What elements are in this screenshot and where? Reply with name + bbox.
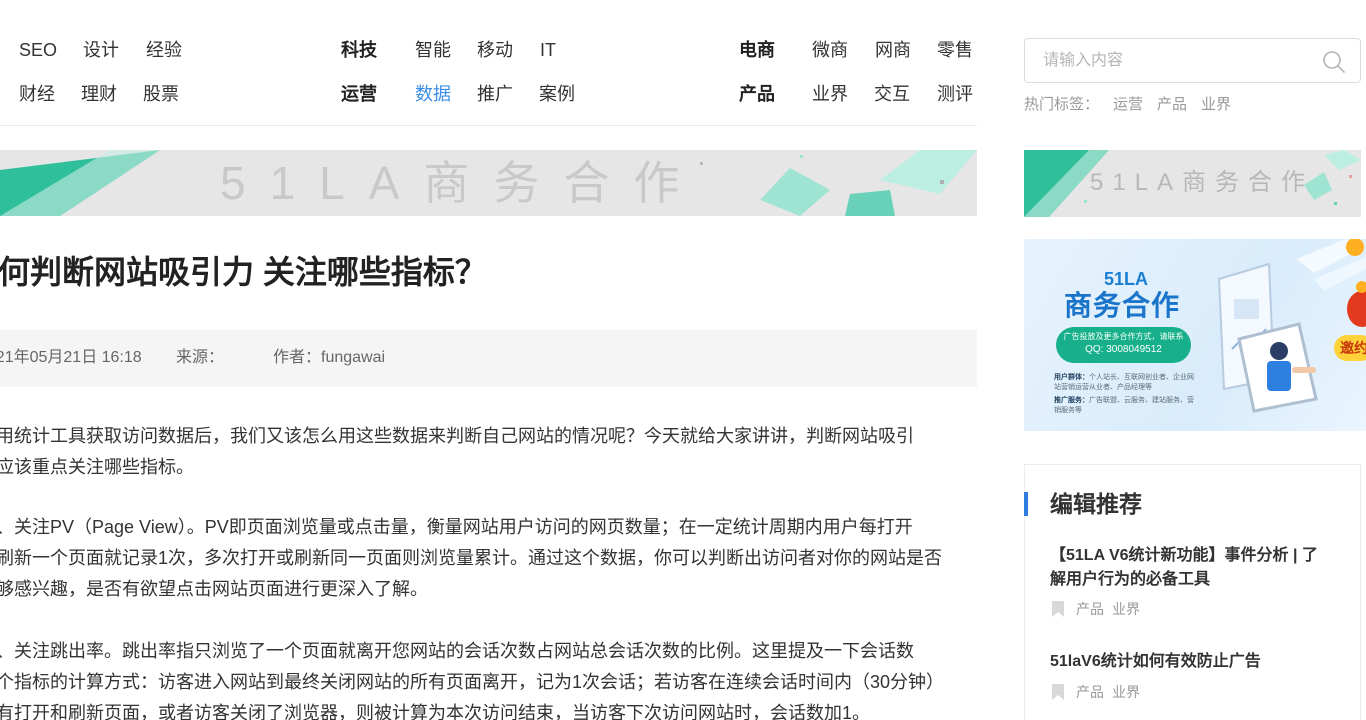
side-ad-banner[interactable]: 51LA商务合作 (1024, 150, 1361, 217)
recommend-item-title[interactable]: 【51LA V6统计新功能】事件分析 | 了 解用户行为的必备工具 (1050, 544, 1340, 592)
article-title: 如何判断网站吸引力 关注哪些指标？ (0, 254, 487, 290)
recommend-item-tags: 产品 业界 (1052, 600, 1148, 618)
nav-item-seo[interactable]: SEO (19, 38, 57, 62)
hot-tag-product[interactable]: 产品 (1157, 96, 1187, 113)
nav-item-wealth[interactable]: 理财 (81, 82, 117, 106)
recommend-item-title-line: 【51LA V6统计新功能】事件分析 | 了 (1050, 547, 1318, 564)
ad-audience-text: 个人站长、互联网创业者、企业网 (1089, 374, 1194, 381)
paragraph-line: 没有打开和刷新页面，或者访客关闭了浏览器，则被计算为本次访问结束，当访客下次访问… (0, 703, 871, 720)
nav-item-cases[interactable]: 案例 (539, 82, 575, 106)
recommend-item-title-line: 解用户行为的必备工具 (1050, 571, 1211, 588)
ad-service-line-2: 销服务等 (1054, 407, 1082, 414)
side-banner-text: 51LA商务合作 (1090, 169, 1315, 196)
nav-item-operations[interactable]: 运营 (341, 82, 377, 106)
article-author: 作者：fungawai (273, 349, 386, 366)
article-date: 2021年05月21日 16:18 (0, 349, 142, 366)
paragraph-line: 二、关注跳出率。跳出率指只浏览了一个页面就离开您网站的会话次数占网站总会话次数的… (0, 641, 914, 661)
paragraph-line: 这个指标的计算方式：访客进入网站到最终关闭网站的所有页面离开，记为1次会话；若访… (0, 672, 945, 692)
ad-contact-pill: 广告投放及更多合作方式，请联系 QQ: 3008049512 (1056, 327, 1191, 363)
nav-item-promotion[interactable]: 推广 (477, 82, 513, 106)
paragraph-line: 力应该重点关注哪些指标。 (0, 457, 194, 477)
nav-item-ecommerce[interactable]: 电商 (739, 38, 775, 62)
banner-text: 51LA商务合作 (220, 157, 704, 209)
paragraph-line: 一、关注PV（Page View）。PV即页面浏览量或点击量，衡量网站用户访问的… (0, 517, 913, 537)
hot-tag-industry[interactable]: 业界 (1201, 96, 1231, 113)
hot-tag-operations[interactable]: 运营 (1113, 96, 1143, 113)
section-accent-bar (1024, 492, 1028, 516)
recommend-item-tags: 产品 业界 (1052, 683, 1148, 701)
nav-item-wechat-business[interactable]: 微商 (812, 38, 848, 62)
nav-item-it[interactable]: IT (540, 38, 556, 62)
ad-contact-qq: QQ: 3008049512 (1085, 344, 1162, 355)
ad-service-line: 推广服务：广告联盟、云服务、建站服务、营 (1054, 396, 1194, 406)
ad-invite-button[interactable]: 邀约 (1334, 335, 1366, 361)
nav-item-interaction[interactable]: 交互 (874, 82, 910, 106)
paragraph-line: 或刷新一个页面就记录1次，多次打开或刷新同一页面则浏览量累计。通过这个数据，你可… (0, 548, 943, 568)
main-ad-banner[interactable]: 51LA商务合作 (0, 150, 977, 216)
search-icon[interactable] (1322, 50, 1346, 74)
nav-item-tech[interactable]: 科技 (341, 38, 377, 62)
top-nav: SEO 设计 经验 科技 智能 移动 IT 电商 微商 网商 零售 财经 理财 … (0, 26, 977, 126)
recommend-item-title-line: 51laV6统计如何有效防止广告 (1050, 653, 1261, 670)
ad-title: 商务合作 (1064, 290, 1181, 321)
article-paragraph-1: 利用统计工具获取访问数据后，我们又该怎么用这些数据来判断自己网站的情况呢？今天就… (0, 421, 978, 483)
article-paragraph-2: 一、关注PV（Page View）。PV即页面浏览量或点击量，衡量网站用户访问的… (0, 512, 978, 605)
nav-row-1: SEO 设计 经验 科技 智能 移动 IT 电商 微商 网商 零售 (0, 26, 977, 70)
ad-service-text: 广告联盟、云服务、建站服务、营 (1089, 397, 1194, 404)
bookmark-icon (1052, 601, 1064, 617)
tag-product[interactable]: 产品 (1076, 684, 1104, 700)
hot-tags-label: 热门标签： (1024, 96, 1100, 113)
nav-item-review[interactable]: 测评 (937, 82, 973, 106)
search-box (1024, 38, 1361, 83)
tag-product[interactable]: 产品 (1076, 601, 1104, 617)
article-source: 来源： (176, 349, 225, 366)
nav-item-retail[interactable]: 零售 (937, 38, 973, 62)
tag-industry[interactable]: 业界 (1112, 684, 1140, 700)
nav-item-industry[interactable]: 业界 (812, 82, 848, 106)
business-cooperation-ad[interactable]: 51LA 商务合作 广告投放及更多合作方式，请联系 QQ: 3008049512… (1024, 239, 1366, 431)
nav-item-stocks[interactable]: 股票 (143, 82, 179, 106)
paragraph-line: 足够感兴趣，是否有欲望点击网站页面进行更深入了解。 (0, 579, 428, 599)
nav-item-mobile[interactable]: 移动 (477, 38, 513, 62)
nav-item-data[interactable]: 数据 (415, 82, 451, 106)
article-paragraph-3: 二、关注跳出率。跳出率指只浏览了一个页面就离开您网站的会话次数占网站总会话次数的… (0, 636, 978, 720)
nav-item-online-business[interactable]: 网商 (875, 38, 911, 62)
ad-audience-label: 用户群体： (1054, 374, 1089, 381)
nav-item-finance[interactable]: 财经 (19, 82, 55, 106)
article-meta-bar: 2021年05月21日 16:18 来源： 作者：fungawai (0, 330, 977, 387)
nav-item-experience[interactable]: 经验 (146, 38, 182, 62)
search-input[interactable] (1043, 50, 1313, 72)
ad-contact-note: 广告投放及更多合作方式，请联系 (1063, 332, 1184, 341)
nav-item-product[interactable]: 产品 (739, 82, 775, 106)
ad-audience-line: 用户群体：个人站长、互联网创业者、企业网 (1054, 373, 1194, 383)
recommend-item-title[interactable]: 51laV6统计如何有效防止广告 (1050, 650, 1340, 674)
ad-subtitle: 51LA (1104, 269, 1149, 289)
editor-recommend-panel: 编辑推荐 【51LA V6统计新功能】事件分析 | 了 解用户行为的必备工具 产… (1024, 464, 1361, 720)
nav-row-2: 财经 理财 股票 运营 数据 推广 案例 产品 业界 交互 测评 (0, 70, 977, 114)
paragraph-line: 利用统计工具获取访问数据后，我们又该怎么用这些数据来判断自己网站的情况呢？今天就… (0, 426, 914, 446)
bookmark-icon (1052, 684, 1064, 700)
ad-audience-line-2: 站营销运营从业者、产品经理等 (1054, 384, 1152, 391)
ad-service-label: 推广服务： (1054, 397, 1089, 404)
hot-tags: 热门标签： 运营 产品 业界 (1024, 95, 1231, 115)
recommend-title: 编辑推荐 (1050, 491, 1142, 517)
nav-item-design[interactable]: 设计 (83, 38, 119, 62)
tag-industry[interactable]: 业界 (1112, 601, 1140, 617)
nav-item-smart[interactable]: 智能 (415, 38, 451, 62)
